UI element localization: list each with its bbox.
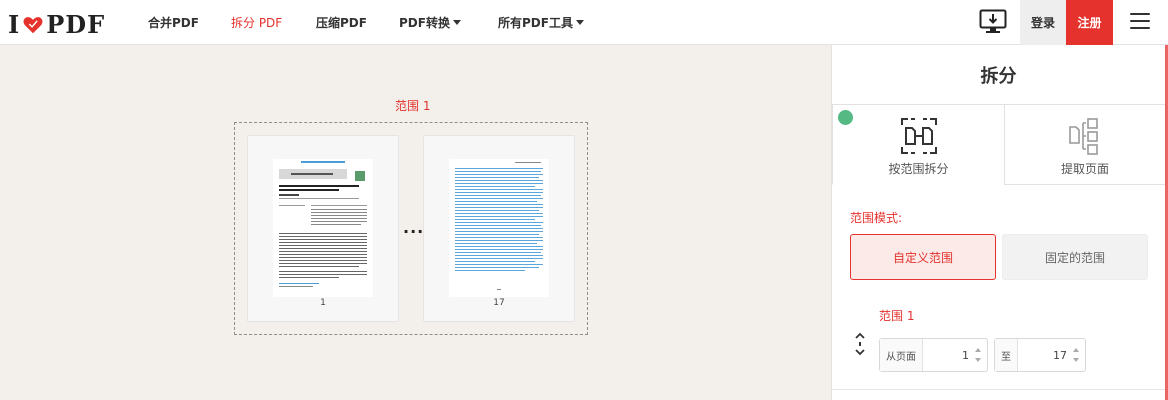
to-page-label: 至: [995, 339, 1018, 371]
extract-pages-icon: [1069, 118, 1098, 155]
from-page-input[interactable]: 1: [923, 339, 987, 371]
nav-split-pdf-label: 拆分 PDF: [231, 16, 283, 30]
mode-extract-pages-label: 提取页面: [1060, 162, 1109, 176]
nav-compress-pdf-label: 压缩PDF: [316, 16, 367, 30]
nav-all-pdf-tools[interactable]: 所有PDF工具: [498, 14, 584, 31]
nav-merge-pdf[interactable]: 合并PDF: [148, 14, 199, 31]
logo-prefix: I: [8, 10, 21, 39]
stepper-arrows-icon[interactable]: [1072, 345, 1080, 365]
mode-split-by-range-label: 按范围拆分: [888, 162, 949, 176]
top-navigation-bar: I PDF 合并PDF 拆分 PDF 压缩PDF PDF转换 所有PDF工具 登…: [0, 0, 1168, 45]
split-workspace: 范围 1 1 ... 17: [0, 45, 831, 400]
split-range-icon: [900, 118, 937, 154]
logo-suffix: PDF: [46, 10, 106, 39]
ellipsis-separator: ...: [403, 218, 425, 237]
nav-split-pdf[interactable]: 拆分 PDF: [231, 14, 282, 31]
from-page-label: 从页面: [880, 339, 923, 371]
page-number: 1: [320, 298, 326, 308]
split-options-panel: 拆分 按范围拆分 提取页面 范围模式: 自定义范围 固定的范围 范围 1 从页面…: [831, 45, 1168, 400]
panel-divider: [832, 389, 1165, 390]
range-title: 范围 1: [395, 99, 431, 113]
range-mode-label: 范围模式:: [850, 211, 903, 225]
stepper-arrows-icon[interactable]: [974, 345, 982, 365]
heart-icon: [23, 16, 43, 33]
document-preview-image: [455, 162, 543, 290]
reorder-handle-icon[interactable]: [853, 332, 867, 356]
login-button[interactable]: 登录: [1020, 0, 1066, 45]
register-button[interactable]: 注册: [1066, 0, 1113, 45]
nav-all-pdf-tools-label: 所有PDF工具: [498, 16, 573, 30]
caret-down-icon: [575, 20, 584, 25]
mode-extract-pages[interactable]: 提取页面: [1004, 104, 1166, 185]
hamburger-menu-icon[interactable]: [1130, 13, 1150, 31]
nav-compress-pdf[interactable]: 压缩PDF: [316, 14, 367, 31]
page-card-first: 1: [247, 135, 399, 322]
check-icon: [838, 110, 853, 134]
page-thumbnail: [273, 159, 373, 297]
to-page-stepper[interactable]: 至 17: [994, 338, 1086, 372]
range-preview-box: 1 ... 17: [234, 122, 588, 335]
from-page-stepper[interactable]: 从页面 1: [879, 338, 988, 372]
panel-title: 拆分: [832, 45, 1165, 105]
to-page-input[interactable]: 17: [1018, 339, 1085, 371]
nav-convert-pdf[interactable]: PDF转换: [399, 14, 461, 31]
desktop-download-icon[interactable]: [979, 9, 1007, 35]
custom-range-button[interactable]: 自定义范围: [850, 234, 996, 280]
nav-convert-pdf-label: PDF转换: [399, 16, 450, 30]
range-1-label: 范围 1: [879, 309, 915, 323]
to-page-value: 17: [1053, 348, 1067, 362]
page-thumbnail: [449, 159, 549, 297]
fixed-range-button[interactable]: 固定的范围: [1002, 234, 1148, 280]
mode-split-by-range[interactable]: 按范围拆分: [832, 104, 1005, 185]
nav-merge-pdf-label: 合并PDF: [148, 16, 199, 30]
ilovepdf-logo[interactable]: I PDF: [8, 10, 105, 39]
from-page-value: 1: [962, 348, 969, 362]
caret-down-icon: [452, 20, 461, 25]
page-number: 17: [493, 298, 505, 308]
page-card-last: 17: [423, 135, 575, 322]
document-preview-image: [279, 161, 367, 287]
